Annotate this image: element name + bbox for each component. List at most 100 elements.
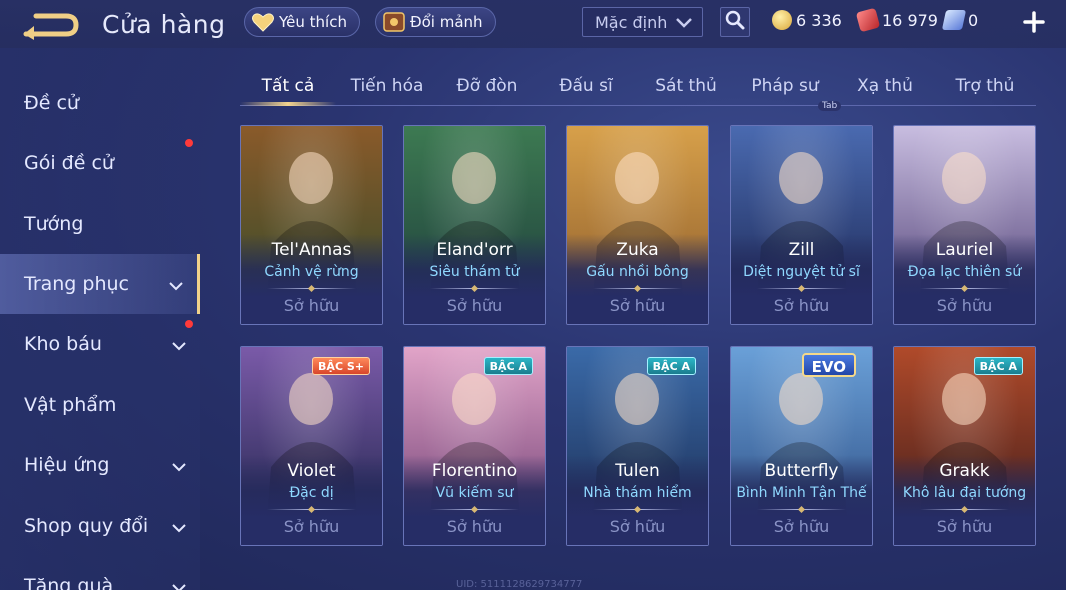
diamond-value: 0 xyxy=(968,10,979,30)
page-title: Cửa hàng xyxy=(102,10,226,39)
owned-status: Sở hữu xyxy=(283,296,340,315)
hero-name: Grakk xyxy=(939,461,990,481)
sidebar-item-exchange-shop[interactable]: Shop quy đổi xyxy=(0,496,200,556)
card-divider xyxy=(430,288,519,289)
tier-badge: BẬC A xyxy=(483,357,533,375)
tab-assassin[interactable]: Sát thủ xyxy=(638,70,734,104)
sidebar-item-skins[interactable]: Trang phục xyxy=(0,254,200,314)
skin-name: Bình Minh Tận Thế xyxy=(736,485,867,501)
card-divider xyxy=(267,509,356,510)
owned-status: Sở hữu xyxy=(446,296,503,315)
skin-name: Siêu thám tử xyxy=(429,264,520,280)
exchange-label: Đổi mảnh xyxy=(410,13,483,31)
skin-name: Nhà thám hiểm xyxy=(583,485,692,501)
hero-name: Florentino xyxy=(431,461,518,481)
sidebar-item-label: Shop quy đổi xyxy=(24,515,149,537)
category-tabs: Tất cả Tiến hóa Đỡ đòn Đấu sĩ Sát thủ Ph… xyxy=(240,70,1036,106)
hero-name: Eland'orr xyxy=(436,240,513,260)
sidebar-item-label: Tặng quà xyxy=(24,575,114,590)
sidebar-item-label: Đề cử xyxy=(24,92,79,114)
owned-status: Sở hữu xyxy=(773,296,830,315)
sidebar-item-heroes[interactable]: Tướng xyxy=(0,194,200,254)
tab-key-hint: Tab xyxy=(818,101,842,111)
sidebar-item-label: Tướng xyxy=(24,213,84,235)
sidebar-item-gifts[interactable]: Tặng quà xyxy=(0,556,200,590)
diamond-currency: 0 xyxy=(941,10,979,30)
voucher-icon xyxy=(855,7,881,33)
owned-status: Sở hữu xyxy=(773,517,830,536)
chevron-down-icon xyxy=(169,276,183,291)
exchange-button[interactable]: Đổi mảnh xyxy=(375,7,496,37)
card-divider xyxy=(593,288,682,289)
card-divider xyxy=(757,288,846,289)
skin-name: Đặc dị xyxy=(289,485,334,501)
chevron-down-icon xyxy=(172,336,186,351)
gold-value: 6 336 xyxy=(796,10,842,30)
hero-name: Violet xyxy=(287,461,336,481)
hero-name: Butterfly xyxy=(764,461,839,481)
tier-badge: BẬC S+ xyxy=(312,357,370,375)
gold-currency: 6 336 xyxy=(772,10,842,30)
tab-evolution[interactable]: Tiến hóa xyxy=(339,70,435,104)
favorite-button[interactable]: Yêu thích xyxy=(244,7,360,37)
sidebar: Đề cử Gói đề cử Tướng Trang phục Kho báu… xyxy=(0,48,200,590)
voucher-currency: 16 979 xyxy=(855,7,938,33)
tab-all[interactable]: Tất cả xyxy=(240,70,336,104)
owned-status: Sở hữu xyxy=(609,517,666,536)
hero-name: Tulen xyxy=(615,461,660,481)
chevron-down-icon xyxy=(676,13,692,32)
hero-name: Zill xyxy=(788,240,815,260)
tab-support[interactable]: Trợ thủ xyxy=(937,70,1033,104)
skin-card[interactable]: Tel'Annas Cảnh vệ rừng Sở hữu xyxy=(240,125,383,325)
card-divider xyxy=(593,509,682,510)
skin-name: Cảnh vệ rừng xyxy=(264,264,359,280)
skin-card[interactable]: Zill Diệt nguyệt tử sĩ Sở hữu xyxy=(730,125,873,325)
sidebar-item-label: Kho báu xyxy=(24,333,102,355)
chevron-down-icon xyxy=(172,457,186,472)
search-icon xyxy=(725,10,745,34)
owned-status: Sở hữu xyxy=(936,517,993,536)
tab-active-indicator xyxy=(240,102,336,106)
skin-card[interactable]: Zuka Gấu nhồi bông Sở hữu xyxy=(566,125,709,325)
sort-dropdown[interactable]: Mặc định xyxy=(582,7,703,37)
user-id: UID: 5111128629734777 xyxy=(456,579,583,590)
notification-dot xyxy=(185,320,193,328)
tab-mage[interactable]: Pháp sư xyxy=(737,70,833,104)
sidebar-item-recommended[interactable]: Đề cử xyxy=(0,73,200,133)
tab-warrior[interactable]: Đấu sĩ xyxy=(538,70,634,104)
sidebar-item-items[interactable]: Vật phẩm xyxy=(0,375,200,435)
tier-badge: BẬC A xyxy=(646,357,696,375)
sidebar-item-recommended-packs[interactable]: Gói đề cử xyxy=(0,133,200,193)
skin-card[interactable]: BẬC S+ Violet Đặc dị Sở hữu xyxy=(240,346,383,546)
owned-status: Sở hữu xyxy=(936,296,993,315)
skin-card[interactable]: BẬC A Florentino Vũ kiếm sư Sở hữu xyxy=(403,346,546,546)
notification-dot xyxy=(185,139,193,147)
card-divider xyxy=(920,509,1009,510)
skin-card[interactable]: BẬC A Tulen Nhà thám hiểm Sở hữu xyxy=(566,346,709,546)
tab-tank[interactable]: Đỡ đòn xyxy=(439,70,535,104)
voucher-value: 16 979 xyxy=(882,10,938,30)
owned-status: Sở hữu xyxy=(446,517,503,536)
skin-card[interactable]: BẬC A Grakk Khô lâu đại tướng Sở hữu xyxy=(893,346,1036,546)
skin-card[interactable]: Eland'orr Siêu thám tử Sở hữu xyxy=(403,125,546,325)
plus-icon xyxy=(1023,7,1045,40)
tab-marksman[interactable]: Xạ thủ xyxy=(837,70,933,104)
skin-name: Đọa lạc thiên sứ xyxy=(907,264,1022,280)
search-button[interactable] xyxy=(720,7,750,37)
sidebar-item-label: Hiệu ứng xyxy=(24,454,110,476)
skin-name: Vũ kiếm sư xyxy=(435,485,514,501)
sidebar-item-treasure[interactable]: Kho báu xyxy=(0,314,200,374)
add-currency-button[interactable] xyxy=(1020,8,1048,36)
heart-icon xyxy=(251,10,275,34)
sort-value: Mặc định xyxy=(595,12,668,32)
card-divider xyxy=(267,288,356,289)
sidebar-item-effects[interactable]: Hiệu ứng xyxy=(0,435,200,495)
tier-badge: EVO xyxy=(801,353,856,377)
card-divider xyxy=(430,509,519,510)
gold-coin-icon xyxy=(772,10,792,30)
sidebar-item-label: Vật phẩm xyxy=(24,394,117,416)
card-divider xyxy=(920,288,1009,289)
skin-card[interactable]: Lauriel Đọa lạc thiên sứ Sở hữu xyxy=(893,125,1036,325)
back-icon[interactable] xyxy=(22,10,80,40)
skin-card[interactable]: EVO Butterfly Bình Minh Tận Thế Sở hữu xyxy=(730,346,873,546)
